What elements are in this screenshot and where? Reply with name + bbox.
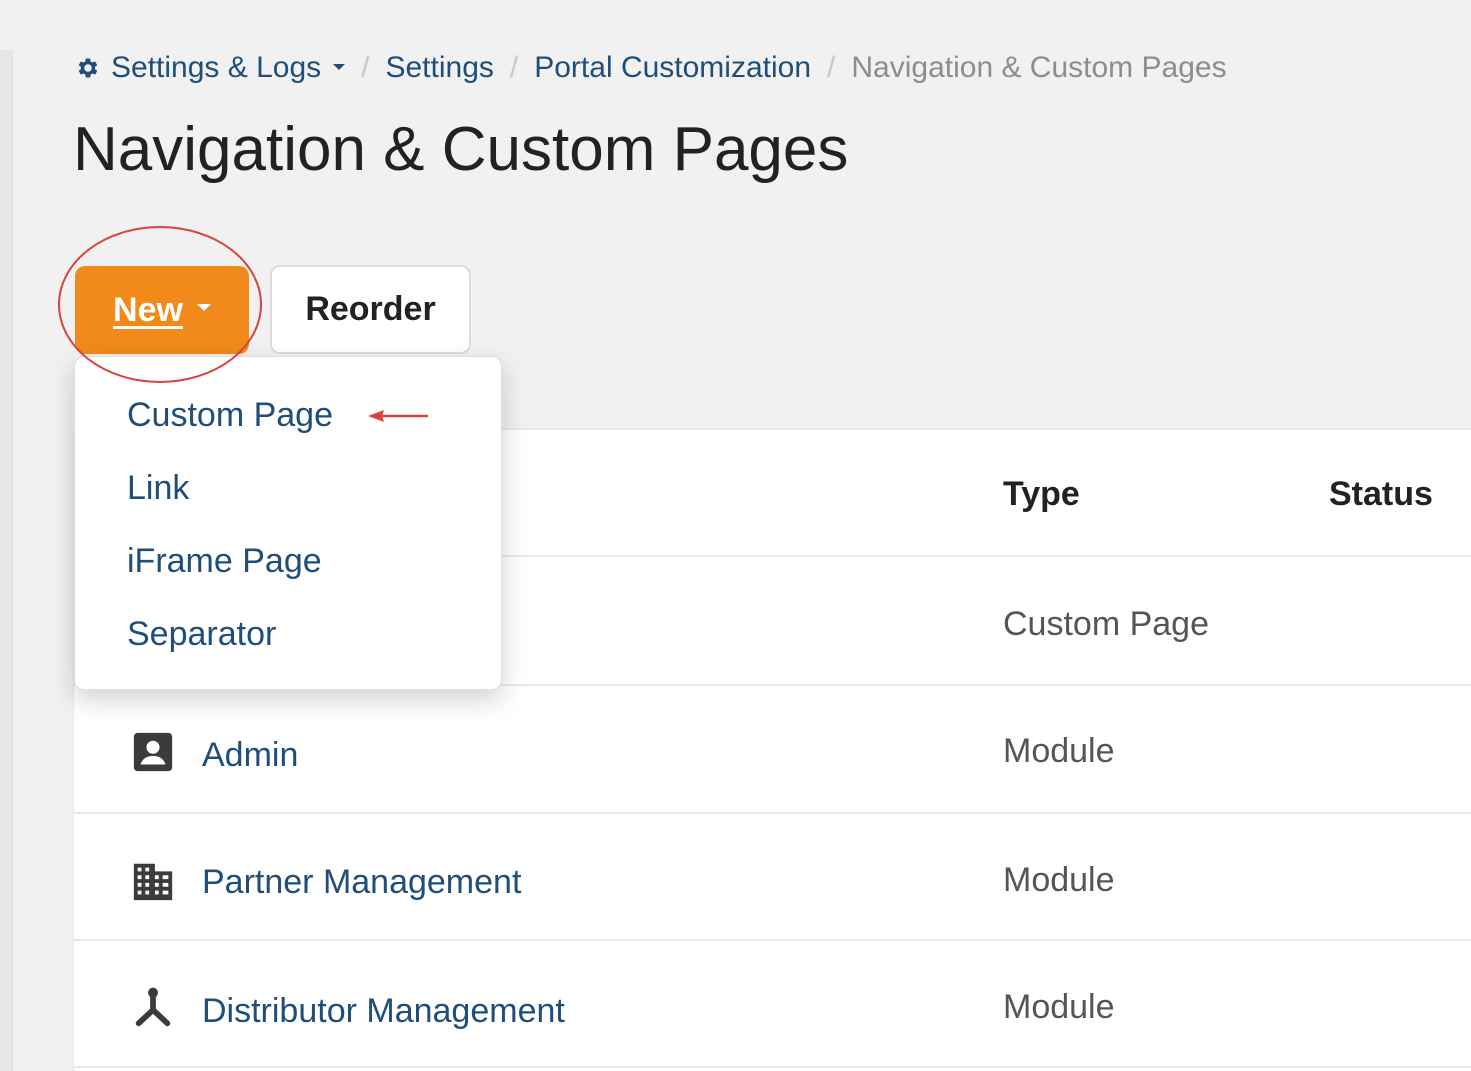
new-button[interactable]: New xyxy=(75,266,249,354)
page-title: Navigation & Custom Pages xyxy=(73,115,849,184)
menu-item-link[interactable]: Link xyxy=(127,466,189,510)
breadcrumb-settings-logs[interactable]: Settings & Logs xyxy=(75,48,346,88)
row-name-distributor-management[interactable]: Distributor Management xyxy=(202,989,565,1033)
page: Settings & Logs / Settings / Portal Cust… xyxy=(0,0,1471,1071)
column-header-status[interactable]: Status xyxy=(1329,472,1433,516)
building-icon xyxy=(133,863,173,901)
breadcrumb-settings-logs-label: Settings & Logs xyxy=(111,51,322,84)
row-divider xyxy=(73,812,1471,814)
breadcrumb-settings[interactable]: Settings xyxy=(385,48,493,88)
gear-icon xyxy=(78,58,98,78)
new-dropdown-menu: Custom Page Link iFrame Page Separator xyxy=(74,356,502,690)
network-icon xyxy=(135,987,171,1027)
breadcrumb-separator: / xyxy=(509,51,519,84)
caret-down-icon xyxy=(333,63,346,70)
breadcrumb: Settings & Logs / Settings / Portal Cust… xyxy=(75,48,1227,88)
reorder-button[interactable]: Reorder xyxy=(270,265,471,354)
breadcrumb-separator: / xyxy=(361,51,370,84)
breadcrumb-portal-customization[interactable]: Portal Customization xyxy=(534,48,811,88)
row-name-admin[interactable]: Admin xyxy=(202,733,298,777)
row-type: Module xyxy=(1003,988,1115,1026)
new-button-label: New xyxy=(113,290,183,329)
left-sidebar-edge xyxy=(0,50,13,1071)
column-header-type[interactable]: Type xyxy=(1003,472,1080,516)
caret-down-icon xyxy=(196,303,211,311)
row-type: Module xyxy=(1003,732,1115,770)
row-type: Module xyxy=(1003,861,1115,899)
row-divider xyxy=(73,939,1471,941)
person-card-icon xyxy=(133,732,173,772)
breadcrumb-separator: / xyxy=(827,51,836,84)
menu-item-custom-page[interactable]: Custom Page xyxy=(127,393,333,437)
breadcrumb-current: Navigation & Custom Pages xyxy=(851,51,1227,84)
menu-item-iframe-page[interactable]: iFrame Page xyxy=(127,539,322,583)
menu-item-separator[interactable]: Separator xyxy=(127,612,276,656)
row-name-partner-management[interactable]: Partner Management xyxy=(202,860,521,904)
row-divider xyxy=(73,1066,1471,1068)
row-type: Custom Page xyxy=(1003,605,1209,643)
